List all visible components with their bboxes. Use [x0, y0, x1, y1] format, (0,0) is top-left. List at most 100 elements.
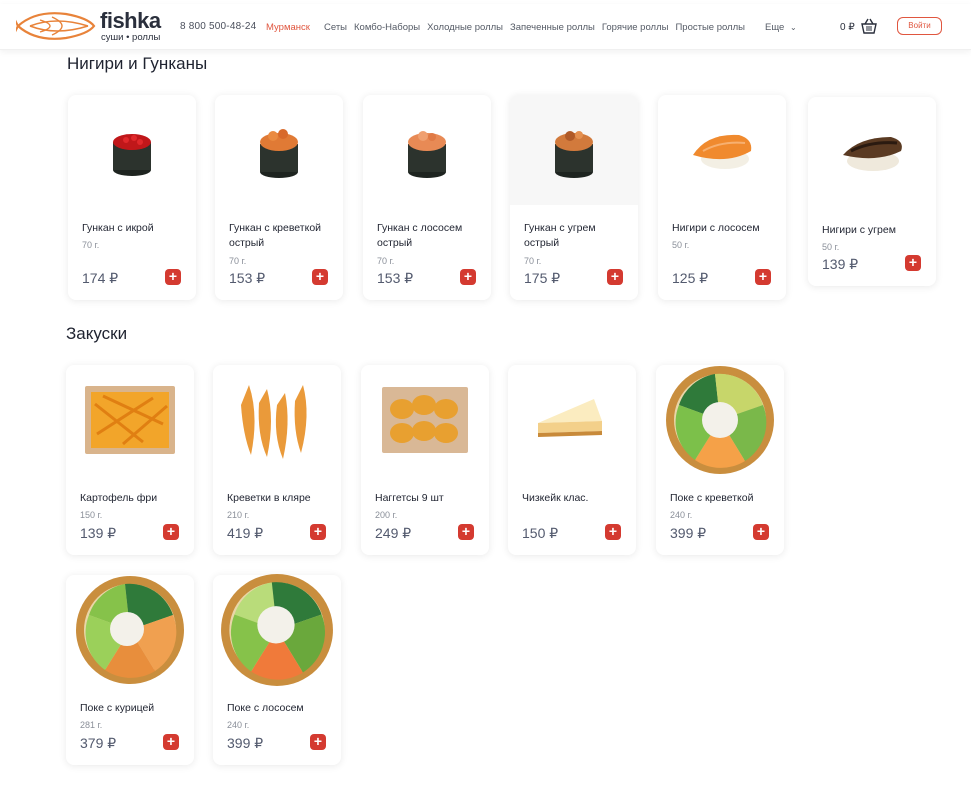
add-to-cart-button[interactable]: + [905, 255, 921, 271]
nigiri-eel-image [843, 137, 902, 171]
product-card[interactable]: Нигири с лососем 50 г. 125 ₽ + [658, 95, 786, 300]
add-to-cart-button[interactable]: + [753, 524, 769, 540]
product-weight: 70 г. [229, 256, 247, 266]
nav-item-simple-rolls[interactable]: Простые роллы [675, 22, 745, 33]
add-to-cart-button[interactable]: + [163, 524, 179, 540]
gunkan-shrimp-image [260, 129, 298, 178]
product-price: 249 ₽ [375, 525, 412, 541]
product-name: Гункан с лососем острый [377, 222, 463, 249]
product-weight: 150 г. [80, 510, 103, 520]
cart-total[interactable]: 0 ₽ [840, 22, 855, 33]
product-image [363, 95, 491, 205]
add-to-cart-button[interactable]: + [163, 734, 179, 750]
basket-icon[interactable] [860, 17, 878, 35]
login-button[interactable]: Войти [897, 17, 942, 35]
product-price: 153 ₽ [229, 270, 266, 286]
poke-chicken-image [76, 576, 184, 684]
product-image [213, 365, 341, 475]
product-name: Креветки в кляре [227, 492, 311, 504]
add-to-cart-button[interactable]: + [310, 734, 326, 750]
product-price: 175 ₽ [524, 270, 561, 286]
product-name: Поке с лососем [227, 702, 304, 714]
product-name: Поке с креветкой [670, 492, 754, 504]
product-image [361, 365, 489, 475]
product-card[interactable]: Гункан с угрем острый 70 г. 175 ₽ + [510, 95, 638, 300]
city-selector[interactable]: Мурманск [266, 22, 310, 33]
product-image [213, 574, 341, 686]
product-name: Поке с курицей [80, 702, 155, 714]
logo[interactable]: fishka суши • роллы [16, 10, 161, 43]
product-image [66, 575, 194, 685]
product-price: 139 ₽ [80, 525, 117, 541]
add-to-cart-button[interactable]: + [458, 524, 474, 540]
site-header: fishka суши • роллы 8 800 500-48-24 Мурм… [0, 4, 971, 50]
product-card[interactable]: Гункан с лососем острый 70 г. 153 ₽ + [363, 95, 491, 300]
phone-number[interactable]: 8 800 500-48-24 [180, 21, 256, 32]
nav-item-baked-rolls[interactable]: Запеченные роллы [510, 22, 595, 33]
add-to-cart-button[interactable]: + [165, 269, 181, 285]
product-price: 153 ₽ [377, 270, 414, 286]
nav-item-hot-rolls[interactable]: Горячие роллы [602, 22, 669, 33]
gunkan-eel-image [555, 131, 593, 178]
add-to-cart-button[interactable]: + [605, 524, 621, 540]
product-price: 419 ₽ [227, 525, 264, 541]
product-image [66, 365, 194, 475]
product-weight: 70 г. [524, 256, 542, 266]
product-name: Нигири с угрем [822, 224, 896, 236]
poke-shrimp-image [666, 366, 774, 474]
section-title-nigiri: Нигири и Гунканы [67, 54, 208, 73]
product-weight: 50 г. [822, 242, 840, 252]
product-card[interactable]: Креветки в кляре 210 г. 419 ₽ + [213, 365, 341, 555]
nav-item-sets[interactable]: Сеты [324, 22, 347, 33]
product-name: Чизкейк клас. [522, 492, 589, 504]
product-card[interactable]: Поке с лососем 240 г. 399 ₽ + [213, 574, 341, 765]
product-price: 399 ₽ [670, 525, 707, 541]
chevron-down-icon: ⌄ [789, 23, 797, 32]
fish-logo-icon [16, 12, 96, 40]
section-title-snacks: Закуски [66, 324, 128, 343]
nav-item-cold-rolls[interactable]: Холодные роллы [427, 22, 503, 33]
product-weight: 50 г. [672, 240, 690, 250]
product-price: 125 ₽ [672, 270, 709, 286]
gunkan-salmon-image [408, 131, 446, 178]
product-image [215, 95, 343, 205]
product-price: 399 ₽ [227, 735, 264, 751]
product-image [510, 95, 638, 205]
gunkan-ikra-image [113, 134, 151, 176]
product-weight: 200 г. [375, 510, 398, 520]
product-card[interactable]: Наггетсы 9 шт 200 г. 249 ₽ + [361, 365, 489, 555]
nigiri-salmon-image [693, 134, 752, 169]
product-card[interactable]: Чизкейк клас. 150 ₽ + [508, 365, 636, 555]
main-nav: Сеты Комбо-Наборы Холодные роллы Запечен… [324, 22, 745, 33]
add-to-cart-button[interactable]: + [312, 269, 328, 285]
french-fries-image [85, 386, 175, 454]
logo-name: fishka [100, 8, 161, 33]
product-card[interactable]: Картофель фри 150 г. 139 ₽ + [66, 365, 194, 555]
product-card[interactable]: Поке с курицей 281 г. 379 ₽ + [66, 575, 194, 765]
add-to-cart-button[interactable]: + [755, 269, 771, 285]
product-price: 379 ₽ [80, 735, 117, 751]
nav-more-dropdown[interactable]: Еще ⌄ [765, 22, 797, 33]
product-name: Гункан с креветкой острый [229, 222, 322, 249]
product-name: Нигири с лососем [672, 222, 760, 234]
add-to-cart-button[interactable]: + [460, 269, 476, 285]
poke-salmon-image [221, 574, 333, 686]
product-price: 150 ₽ [522, 525, 559, 541]
product-weight: 281 г. [80, 720, 103, 730]
product-image [656, 365, 784, 475]
cheesecake-image [538, 399, 602, 437]
add-to-cart-button[interactable]: + [607, 269, 623, 285]
product-image [68, 95, 196, 205]
add-to-cart-button[interactable]: + [310, 524, 326, 540]
product-image [808, 97, 936, 207]
nav-item-combo[interactable]: Комбо-Наборы [354, 22, 420, 33]
product-card[interactable]: Поке с креветкой 240 г. 399 ₽ + [656, 365, 784, 555]
product-card[interactable]: Гункан с креветкой острый 70 г. 153 ₽ + [215, 95, 343, 300]
product-name: Картофель фри [80, 492, 158, 504]
nav-more-label: Еще [765, 22, 785, 33]
tempura-shrimp-image [241, 385, 307, 459]
product-price: 139 ₽ [822, 256, 859, 272]
product-image [508, 365, 636, 475]
product-card[interactable]: Гункан с икрой 70 г. 174 ₽ + [68, 95, 196, 300]
product-card[interactable]: Нигири с угрем 50 г. 139 ₽ + [808, 97, 936, 286]
